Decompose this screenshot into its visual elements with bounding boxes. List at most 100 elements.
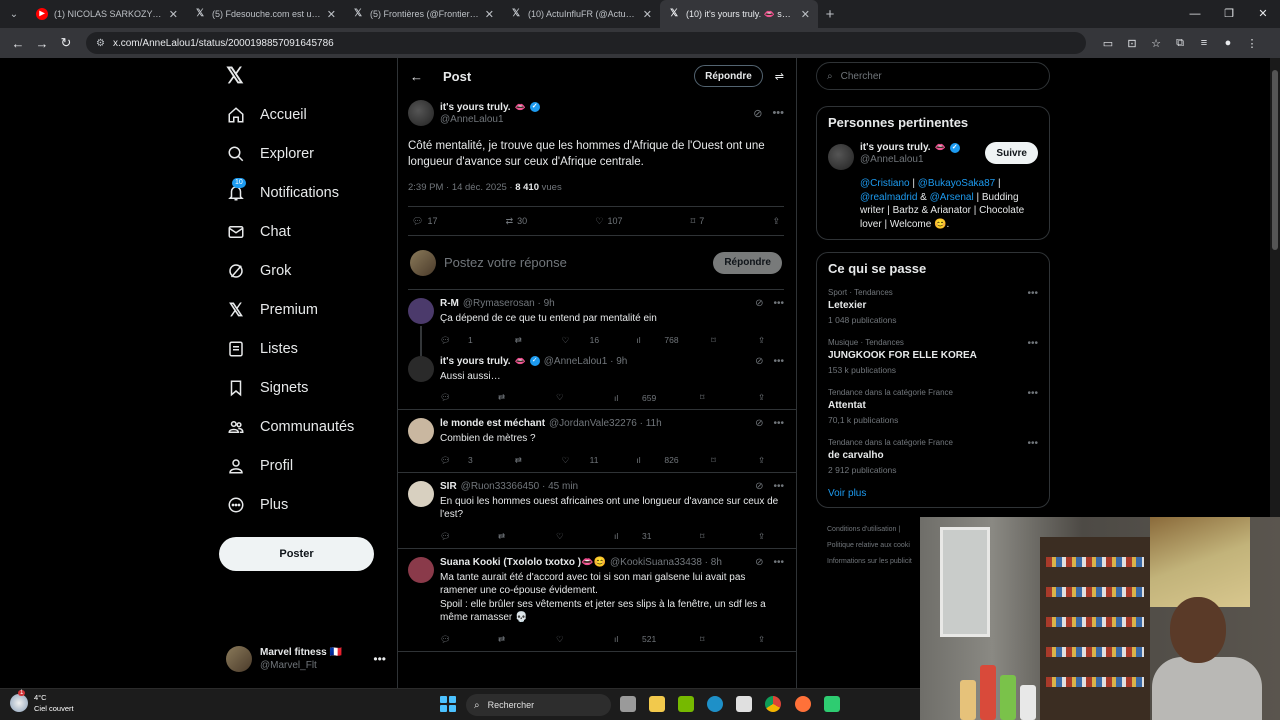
more-icon[interactable]: ••• [773, 298, 784, 309]
bookmark-star-icon[interactable]: ☆ [1144, 37, 1168, 50]
avatar[interactable] [408, 355, 434, 382]
nvidia-icon[interactable] [678, 696, 694, 712]
trend-item[interactable]: Tendance dans la catégorie France Attent… [828, 388, 1038, 425]
comment-icon[interactable]: 💬︎ [440, 531, 464, 542]
reply-button[interactable]: Répondre [694, 65, 763, 87]
close-tab-icon[interactable]: ✕ [169, 8, 178, 21]
nav-item-lists[interactable]: Listes [226, 334, 298, 364]
browser-tab[interactable]: 𝕏 (5) Frontières (@Frontieresmed ✕ [344, 0, 502, 28]
filter-icon[interactable]: ⇌ [775, 70, 784, 83]
more-icon[interactable]: ••• [1027, 288, 1038, 299]
views-action[interactable]: ıl 768 [636, 335, 688, 346]
share-icon[interactable]: ⇪ [758, 392, 782, 403]
nav-item-premium[interactable]: 𝕏 Premium [226, 295, 318, 325]
avatar[interactable] [408, 298, 434, 324]
heart-icon[interactable]: ♡ [556, 531, 580, 542]
reply-author-name[interactable]: SIR [440, 481, 457, 492]
share-icon[interactable]: ⇪ [758, 335, 782, 346]
grok-icon[interactable]: ⊘ [755, 481, 763, 492]
nav-item-notifications[interactable]: 10 Notifications [226, 178, 339, 208]
task-view-icon[interactable] [620, 696, 636, 712]
trend-item[interactable]: Tendance dans la catégorie France de car… [828, 438, 1038, 475]
nav-item-grok[interactable]: Grok [226, 256, 291, 286]
close-tab-icon[interactable]: ✕ [327, 8, 336, 21]
nav-item-bookmarks[interactable]: Signets [226, 373, 308, 403]
like-action[interactable]: ♡ 16 [562, 335, 614, 346]
forward-icon[interactable]: → [30, 36, 54, 51]
author-name[interactable]: it's yours truly. [440, 102, 511, 113]
repost-icon[interactable]: ⇄ [498, 392, 522, 403]
browser-tab[interactable]: 𝕏 (10) ActuInfluFR (@ActuInfluFR ✕ [502, 0, 660, 28]
repost-action[interactable]: ⇄ [515, 335, 539, 346]
like-action[interactable]: ♡ 107 [595, 216, 622, 227]
close-tab-icon[interactable]: ✕ [643, 8, 652, 21]
url-field[interactable]: ⚙ x.com/AnneLalou1/status/20001988570916… [86, 32, 1086, 54]
close-window-icon[interactable]: ✕ [1246, 0, 1280, 28]
bookmark-icon[interactable]: ⌑ [700, 634, 724, 645]
reload-icon[interactable]: ↻ [54, 35, 78, 51]
comment-icon[interactable]: 💬︎ [440, 634, 464, 645]
user-handle[interactable]: @AnneLalou1 [860, 154, 985, 165]
bio-link[interactable]: @Cristiano [860, 178, 910, 189]
repost-icon[interactable]: ⇄ [515, 455, 539, 466]
tab-search-button[interactable]: ⌄ [0, 0, 28, 28]
bookmark-icon[interactable]: ⌑ [711, 455, 735, 466]
more-icon[interactable]: ••• [773, 418, 784, 429]
reply-author-handle[interactable]: @JordanVale32276 · 11h [549, 418, 662, 429]
nav-item-home[interactable]: Accueil [226, 100, 307, 130]
like-action[interactable]: ♡ 11 [562, 455, 614, 466]
more-icon[interactable]: ••• [772, 107, 784, 120]
repost-icon[interactable]: ⇄ [498, 634, 522, 645]
x-logo-icon[interactable]: 𝕏 [226, 64, 250, 88]
search-input[interactable]: ⌕ Chercher [816, 62, 1050, 90]
author-handle[interactable]: @AnneLalou1 [440, 114, 540, 125]
restore-icon[interactable]: ❐ [1212, 0, 1246, 28]
edge-icon[interactable] [707, 696, 723, 712]
app-icon[interactable] [824, 696, 840, 712]
trend-item[interactable]: Musique · Tendances JUNGKOOK FOR ELLE KO… [828, 338, 1038, 375]
reply-author-name[interactable]: R-M [440, 298, 459, 309]
store-icon[interactable] [736, 696, 752, 712]
share-icon[interactable]: ⇪ [772, 216, 780, 227]
extensions-icon[interactable]: ⧉ [1168, 37, 1192, 50]
reply-tweet[interactable]: SIR @Ruon33366450 · 45 min ⊘ ••• En quoi le… [398, 473, 796, 549]
back-arrow-icon[interactable]: ← [410, 69, 423, 84]
reply-author-handle[interactable]: @KookiSuana33438 · 8h [610, 557, 722, 568]
reply-author-handle[interactable]: @AnneLalou1 · 9h [544, 356, 628, 367]
more-icon[interactable]: ••• [373, 652, 386, 666]
browser-tab-active[interactable]: 𝕏 (10) it's yours truly. 👄 sur X : " ✕ [660, 0, 818, 28]
share-icon[interactable]: ⇪ [758, 455, 782, 466]
user-name[interactable]: it's yours truly. [860, 142, 931, 153]
browser-tab[interactable]: ▸ (1) NICOLAS SARKOZY : INTERV ✕ [28, 0, 186, 28]
site-info-icon[interactable]: ⚙ [96, 38, 105, 49]
reply-author-name[interactable]: Suana Kooki (Txololo txotxo )👄😊 [440, 557, 606, 568]
trend-item[interactable]: Sport · Tendances Letexier 1 048 publica… [828, 288, 1038, 325]
minimize-icon[interactable]: — [1178, 0, 1212, 28]
account-switcher[interactable]: Marvel fitness 🇫🇷 @Marvel_Flt ••• [226, 644, 386, 674]
more-icon[interactable]: ••• [773, 557, 784, 568]
avatar[interactable] [408, 418, 434, 444]
grok-icon[interactable]: ⊘ [755, 418, 763, 429]
reply-author-handle[interactable]: @Ruon33366450 · 45 min [461, 481, 578, 492]
post-button[interactable]: Poster [219, 537, 374, 571]
comment-icon[interactable]: 💬︎ [440, 392, 464, 403]
new-tab-button[interactable]: + [818, 6, 842, 23]
more-icon[interactable]: ••• [1027, 388, 1038, 399]
scrollbar-thumb[interactable] [1272, 70, 1278, 250]
nav-item-explore[interactable]: Explorer [226, 139, 314, 169]
tweet-time[interactable]: 2:39 PM · 14 déc. 2025 · [408, 182, 515, 193]
nav-item-communities[interactable]: Communautés [226, 412, 354, 442]
grok-icon[interactable]: ⊘ [755, 557, 763, 568]
reply-author-name[interactable]: le monde est méchant [440, 418, 545, 429]
file-explorer-icon[interactable] [649, 696, 665, 712]
avatar[interactable] [408, 556, 434, 583]
reply-author-name[interactable]: it's yours truly. [440, 356, 511, 367]
views-action[interactable]: ıl 521 [614, 634, 666, 645]
reply-action[interactable]: 💬︎ 3 [440, 455, 492, 466]
cast-icon[interactable]: ▭ [1096, 37, 1120, 50]
relevant-user[interactable]: it's yours truly. 👄 ✓ @AnneLalou1 Suivre [828, 142, 1038, 170]
bio-link[interactable]: @realmadrid [860, 192, 917, 203]
bookmark-icon[interactable]: ⌑ [700, 531, 724, 542]
back-icon[interactable]: ← [6, 36, 30, 51]
more-icon[interactable]: ••• [1027, 438, 1038, 449]
